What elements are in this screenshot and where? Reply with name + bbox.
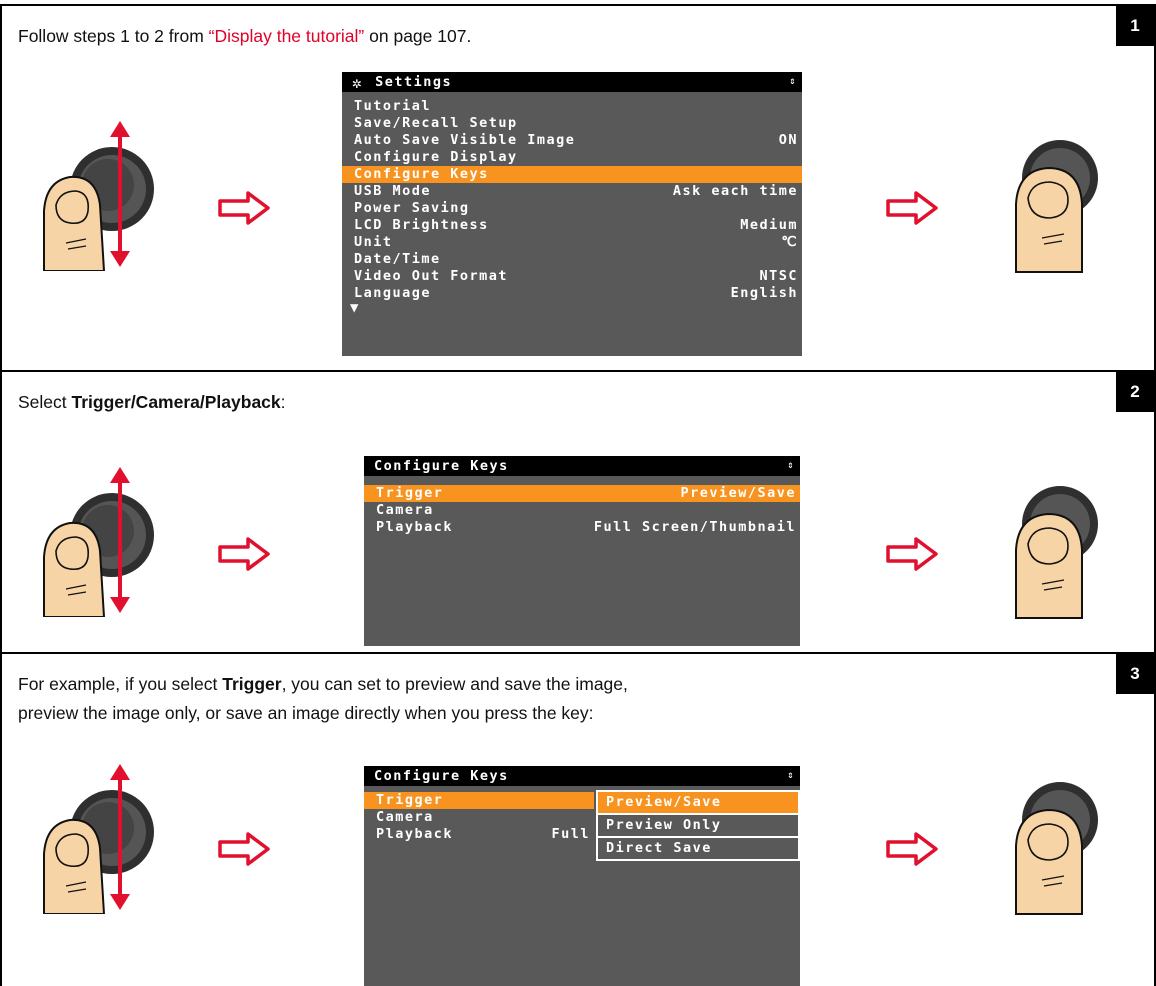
menu-item-auto-save[interactable]: Auto Save Visible Image ON: [342, 132, 802, 149]
scroll-updown-icon: ⇕: [787, 460, 795, 471]
step-number-badge: 1: [1116, 6, 1154, 46]
step-number-badge: 2: [1116, 372, 1154, 412]
configure-keys-header: Configure Keys: [364, 456, 800, 476]
menu-item-language[interactable]: Language English: [342, 285, 802, 302]
menu-item-unit[interactable]: Unit ℃: [342, 234, 802, 251]
instruction-text: For example, if you select: [18, 674, 223, 694]
scroll-down-icon: ▼: [350, 300, 360, 316]
menu-item-video-out[interactable]: Video Out Format NTSC: [342, 268, 802, 285]
settings-screen: ✲ Settings ⇕ Tutorial Save/Recall Setup …: [342, 72, 802, 356]
step-3-panel: 3 For example, if you select Trigger, yo…: [0, 652, 1156, 986]
thumb-scroll-joystick-icon: [43, 121, 154, 271]
configure-keys-title: Configure Keys: [374, 458, 509, 474]
menu-item-power-saving[interactable]: Power Saving: [342, 200, 802, 217]
option-direct-save[interactable]: Direct Save: [596, 836, 800, 861]
instruction-text: Select: [18, 392, 72, 412]
right-arrow-icon: [886, 191, 938, 225]
step-instruction: Follow steps 1 to 2 from “Display the tu…: [18, 22, 471, 51]
right-arrow-icon: [886, 832, 938, 866]
configure-keys-title: Configure Keys: [374, 768, 509, 784]
menu-item-camera[interactable]: Camera: [364, 502, 800, 519]
display-tutorial-link[interactable]: “Display the tutorial”: [209, 26, 365, 46]
menu-item-trigger[interactable]: Trigger Preview/Save: [364, 485, 800, 502]
menu-item-trigger[interactable]: Trigger: [364, 792, 594, 809]
instruction-text: Follow steps 1 to 2 from: [18, 26, 209, 46]
instruction-bold-text: Trigger: [222, 674, 282, 694]
menu-item-playback[interactable]: Playback Full Screen/Thumbnail: [364, 519, 800, 536]
thumb-press-joystick-icon: [1015, 782, 1098, 915]
instruction-bold-text: Trigger/Camera/Playback: [71, 392, 281, 412]
configure-keys-screen: Configure Keys ⇕ Trigger Preview/Save Cam…: [364, 456, 800, 646]
thumb-scroll-joystick-icon: [43, 467, 154, 617]
configure-keys-popup-screen: Configure Keys ⇕ Trigger Camera Playback…: [364, 766, 800, 986]
configure-keys-header: Configure Keys: [364, 766, 800, 786]
scroll-updown-icon: ⇕: [787, 770, 795, 781]
right-arrow-icon: [218, 191, 270, 225]
menu-item-date-time[interactable]: Date/Time: [342, 251, 802, 268]
menu-item-lcd-brightness[interactable]: LCD Brightness Medium: [342, 217, 802, 234]
step-instruction: For example, if you select Trigger, you …: [18, 670, 628, 728]
step-1-panel: 1 Follow steps 1 to 2 from “Display the …: [0, 4, 1156, 372]
thumb-press-joystick-icon: [1015, 486, 1098, 619]
option-preview-save[interactable]: Preview/Save: [596, 790, 800, 815]
gear-icon: ✲: [352, 72, 364, 92]
settings-header: ✲ Settings: [342, 72, 802, 92]
right-arrow-icon: [218, 537, 270, 571]
scroll-updown-icon: ⇕: [789, 76, 797, 87]
menu-item-playback[interactable]: Playback Full: [364, 826, 594, 843]
menu-item-configure-display[interactable]: Configure Display: [342, 149, 802, 166]
menu-item-save-recall[interactable]: Save/Recall Setup: [342, 115, 802, 132]
menu-item-usb-mode[interactable]: USB Mode Ask each time: [342, 183, 802, 200]
instruction-text: on page 107.: [364, 26, 472, 46]
step-number-badge: 3: [1116, 654, 1154, 694]
right-arrow-icon: [218, 832, 270, 866]
option-preview-only[interactable]: Preview Only: [596, 813, 800, 838]
menu-item-configure-keys[interactable]: Configure Keys: [342, 166, 802, 183]
thumb-scroll-joystick-icon: [43, 764, 154, 914]
instruction-text: preview the image only, or save an image…: [18, 703, 594, 723]
instruction-text: :: [280, 392, 286, 412]
settings-title: Settings: [375, 74, 453, 90]
menu-item-tutorial[interactable]: Tutorial: [342, 98, 802, 115]
right-arrow-icon: [886, 537, 938, 571]
instruction-text: , you can set to preview and save the im…: [281, 674, 628, 694]
step-2-panel: 2 Select Trigger/Camera/Playback: Config…: [0, 370, 1156, 654]
step-instruction: Select Trigger/Camera/Playback:: [18, 388, 286, 417]
thumb-press-joystick-icon: [1015, 140, 1098, 273]
